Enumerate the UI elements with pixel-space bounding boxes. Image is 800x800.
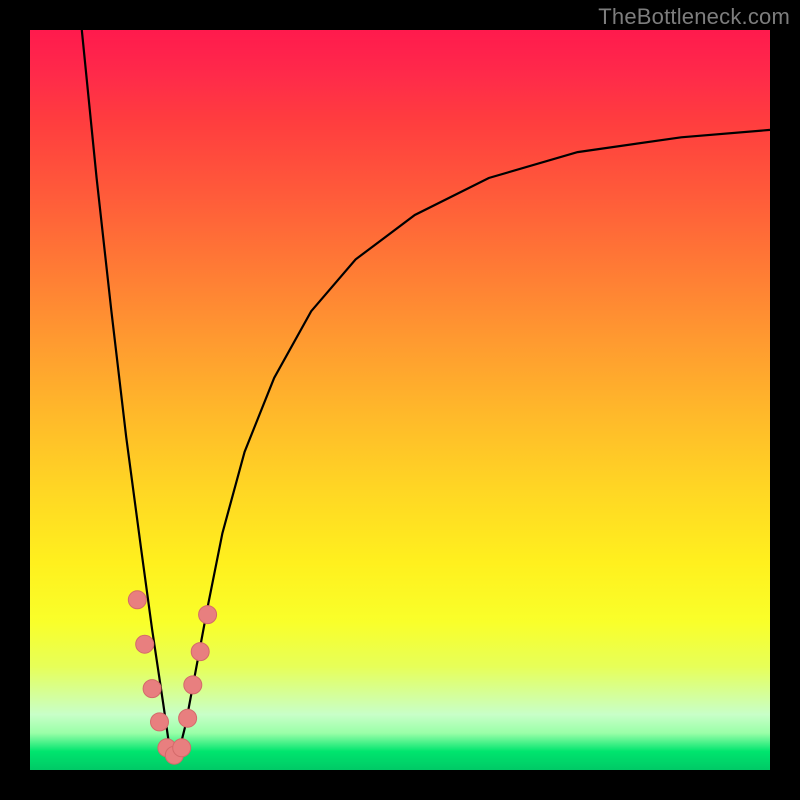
bottleneck-curve: [82, 30, 770, 755]
marker-point: [143, 680, 161, 698]
marker-point: [136, 635, 154, 653]
marker-point: [191, 643, 209, 661]
marker-point: [151, 713, 169, 731]
watermark-text: TheBottleneck.com: [598, 4, 790, 30]
marker-point: [184, 676, 202, 694]
curve-layer: [30, 30, 770, 770]
marker-point: [179, 709, 197, 727]
marker-point: [199, 606, 217, 624]
plot-area: [30, 30, 770, 770]
marker-point: [173, 739, 191, 757]
marker-group: [128, 591, 216, 764]
chart-frame: TheBottleneck.com: [0, 0, 800, 800]
marker-point: [128, 591, 146, 609]
